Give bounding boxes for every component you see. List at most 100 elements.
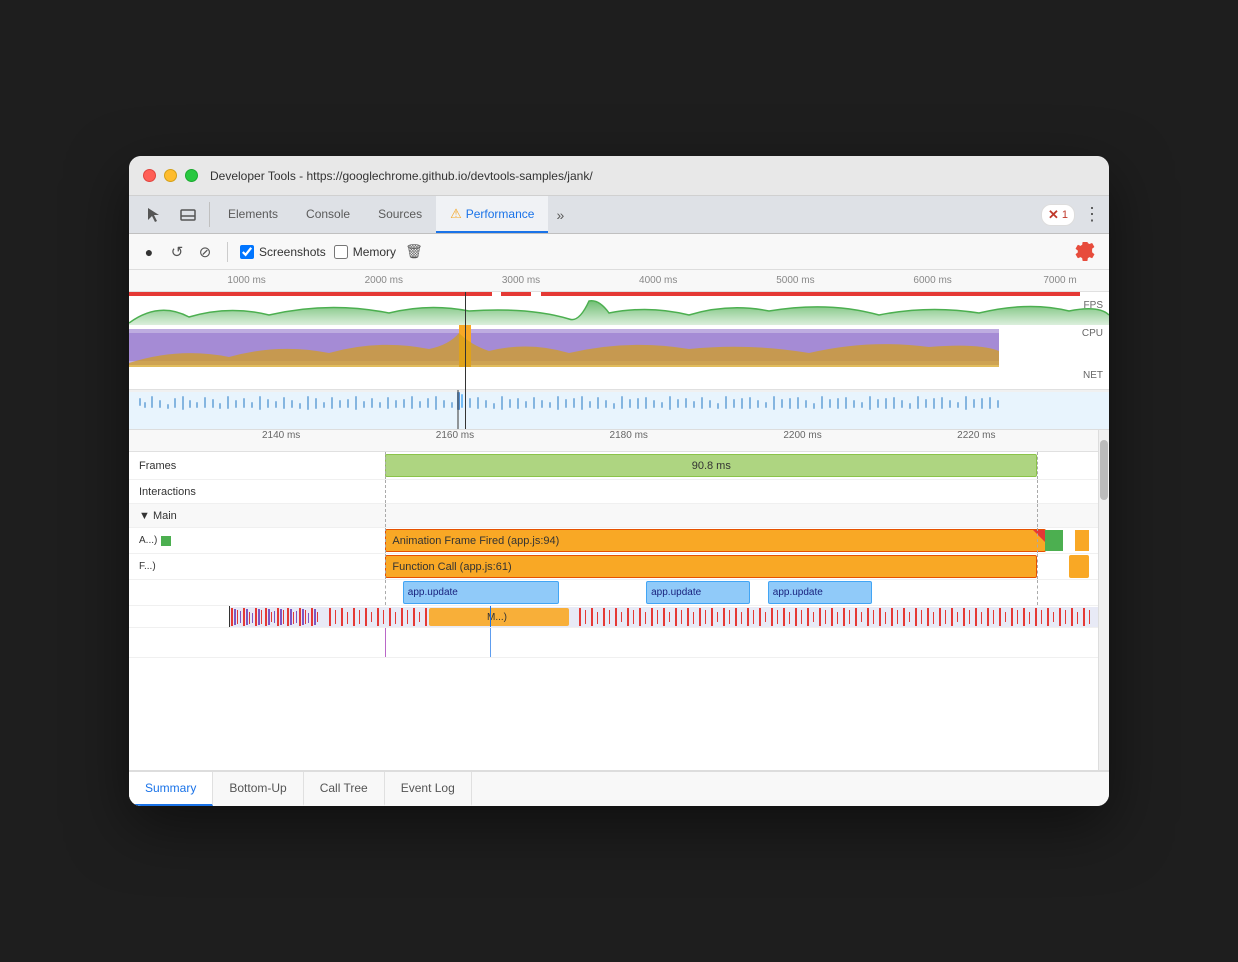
detail-scrollbar[interactable] (1098, 430, 1109, 770)
main-canvas (229, 504, 1098, 527)
tab-console[interactable]: Console (292, 196, 364, 233)
dtick-2140: 2140 ms (262, 430, 300, 441)
main-label[interactable]: ▼ Main (129, 510, 229, 522)
minimize-button[interactable] (164, 169, 177, 182)
dense-row-1: M...) (129, 606, 1098, 628)
scrollbar-thumb[interactable] (1100, 440, 1108, 500)
delete-button[interactable]: 🗑 (404, 242, 424, 262)
interactions-track: Interactions (129, 480, 1098, 504)
main-track: ▼ Main (129, 504, 1098, 528)
close-button[interactable] (143, 169, 156, 182)
interactions-label: Interactions (129, 486, 229, 498)
cpu-chart (129, 325, 1109, 367)
toolbar: ● ↺ ⊘ Screenshots Memory 🗑 (129, 234, 1109, 270)
net-label: NET (1083, 370, 1103, 381)
tab-performance[interactable]: ⚠ Performance (436, 196, 548, 233)
screenshots-label: Screenshots (259, 245, 326, 259)
tab-actions: ✕ 1 ⋮ (1041, 196, 1109, 233)
dense-canvas-1: M...) (229, 606, 1098, 627)
tab-summary[interactable]: Summary (129, 772, 213, 806)
green-badge-r (1045, 530, 1063, 551)
settings-button[interactable] (1071, 238, 1099, 266)
cpu-label: CPU (1082, 328, 1103, 339)
dense-cursor (229, 606, 230, 627)
cpu-row: CPU (129, 325, 1109, 367)
dash-left-2 (385, 480, 386, 503)
gap-canvas (229, 628, 1098, 657)
anim-frame-row: A...) Animation Frame Fired (app.js:94) (129, 528, 1098, 554)
tab-event-log[interactable]: Event Log (385, 772, 472, 806)
memory-label: Memory (353, 245, 396, 259)
tab-call-tree[interactable]: Call Tree (304, 772, 385, 806)
dash-r6 (1037, 580, 1038, 605)
detail-pane: 2140 ms 2160 ms 2180 ms 2200 ms 2220 ms … (129, 430, 1109, 770)
net-row: NET (129, 367, 1109, 389)
tab-elements[interactable]: Elements (214, 196, 292, 233)
purple-cursor-1 (385, 628, 386, 657)
app-update-canvas: app.update app.update app.update (229, 580, 1098, 605)
func-call-row: F...) Function Call (app.js:61) (129, 554, 1098, 580)
detail-ruler: 2140 ms 2160 ms 2180 ms 2200 ms 2220 ms (129, 430, 1098, 452)
overview-cursor (465, 292, 466, 430)
tab-sources[interactable]: Sources (364, 196, 436, 233)
detail-content: 2140 ms 2160 ms 2180 ms 2200 ms 2220 ms … (129, 430, 1098, 770)
tick-3000: 3000 ms (502, 275, 540, 286)
app-update-2[interactable]: app.update (646, 581, 750, 604)
dense-svg-1: M...) (229, 606, 1098, 627)
frames-canvas[interactable]: 90.8 ms (229, 452, 1098, 479)
error-icon: ✕ (1048, 207, 1059, 223)
tick-5000: 5000 ms (776, 275, 814, 286)
anim-green-badge (161, 536, 171, 546)
tab-bottom-up[interactable]: Bottom-Up (213, 772, 303, 806)
tab-more[interactable]: » (548, 196, 572, 233)
memory-group: Memory (334, 245, 396, 259)
func-call-block[interactable]: Function Call (app.js:61) (385, 555, 1037, 578)
func-end-block (1069, 555, 1089, 578)
window-title: Developer Tools - https://googlechrome.g… (210, 169, 593, 183)
memory-checkbox[interactable] (334, 245, 348, 259)
red-bar-3 (541, 292, 1080, 296)
func-short-label: F...) (129, 554, 229, 579)
func-call-canvas: Function Call (app.js:61) (229, 554, 1098, 579)
screenshots-checkbox[interactable] (240, 245, 254, 259)
frames-track: Frames 90.8 ms (129, 452, 1098, 480)
dense-cursor-2 (490, 606, 491, 627)
clear-button[interactable]: ⊘ (195, 242, 215, 262)
ruler-ticks: 2140 ms 2160 ms 2180 ms 2200 ms 2220 ms (229, 430, 1098, 452)
tick-6000: 6000 ms (913, 275, 951, 286)
dtick-2180: 2180 ms (610, 430, 648, 441)
anim-frame-block[interactable]: Animation Frame Fired (app.js:94) (385, 529, 1045, 552)
devtools-tabbar: Elements Console Sources ⚠ Performance »… (129, 196, 1109, 234)
app-update-spacer (129, 580, 229, 605)
menu-icon[interactable]: ⋮ (1083, 204, 1101, 225)
cursor-icon[interactable] (137, 196, 171, 233)
devtools-window: Developer Tools - https://googlechrome.g… (129, 156, 1109, 806)
tick-7000: 7000 m (1043, 275, 1076, 286)
blue-cursor-1 (490, 628, 491, 657)
dock-icon[interactable] (171, 196, 205, 233)
tick-1000: 1000 ms (227, 275, 265, 286)
fps-chart (129, 297, 1109, 325)
dash-l6 (385, 580, 386, 605)
anim-short-label: A...) (129, 528, 229, 553)
app-update-3[interactable]: app.update (768, 581, 872, 604)
tab-separator (209, 202, 210, 227)
yellow-end (1075, 530, 1089, 551)
frame-bar: 90.8 ms (385, 454, 1037, 477)
dash-left-3 (385, 504, 386, 527)
dtick-2220: 2220 ms (957, 430, 995, 441)
fps-row: FPS (129, 297, 1109, 325)
warning-icon: ⚠ (450, 206, 462, 222)
app-update-1[interactable]: app.update (403, 581, 559, 604)
error-badge[interactable]: ✕ 1 (1041, 204, 1075, 226)
record-button[interactable]: ● (139, 242, 159, 262)
tick-4000: 4000 ms (639, 275, 677, 286)
reload-button[interactable]: ↺ (167, 242, 187, 262)
toolbar-separator (227, 242, 228, 262)
screenshots-chart (129, 390, 1109, 430)
dense-spacer-1 (129, 606, 229, 627)
red-triangle (1033, 530, 1045, 542)
maximize-button[interactable] (185, 169, 198, 182)
interactions-canvas (229, 480, 1098, 503)
app-update-row: app.update app.update app.update (129, 580, 1098, 606)
